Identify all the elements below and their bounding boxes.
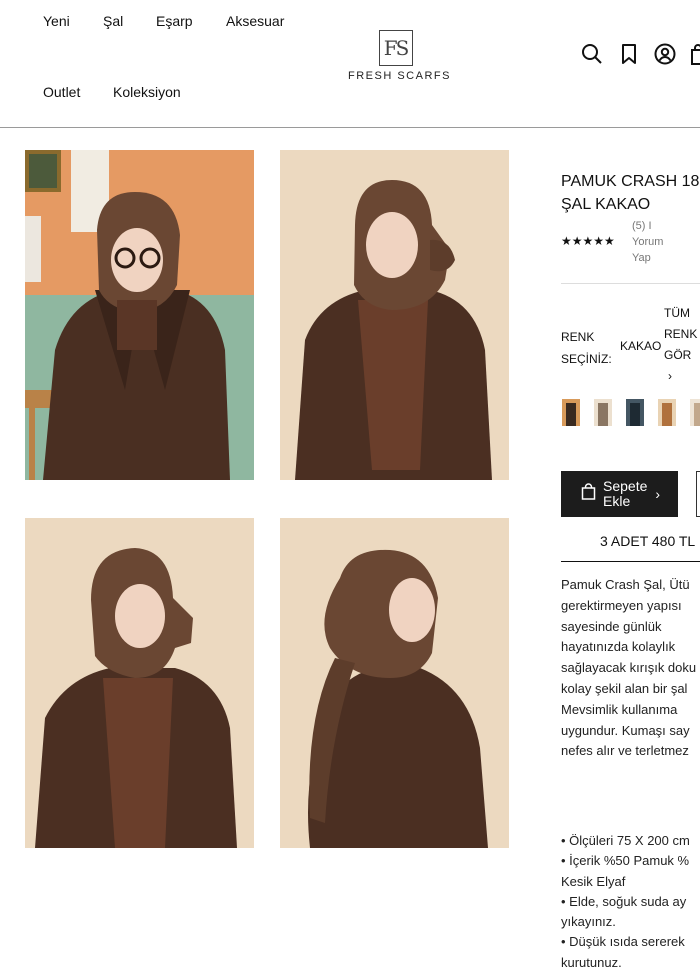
product-photo-1[interactable] (25, 150, 254, 480)
bundle-offer: 3 ADET 480 TL (600, 533, 696, 549)
nav-outlet[interactable]: Outlet (43, 84, 80, 100)
nav-esarp[interactable]: Eşarp (156, 13, 193, 29)
review-link[interactable]: (5) I Yorum Yap (632, 218, 692, 266)
rating-stars: ★★★★★ (561, 234, 615, 248)
color-select-label: RENK SEÇİNİZ: (561, 330, 612, 366)
color-swatch[interactable] (690, 399, 700, 426)
product-info-panel: PAMUK CRASH 18 ŞAL KAKAO ★★★★★ (5) I Yor… (561, 0, 700, 980)
product-photo-4[interactable] (280, 518, 509, 848)
view-all-colors-link[interactable]: TÜM RENK GÖR › (664, 303, 700, 387)
nav-yeni[interactable]: Yeni (43, 13, 70, 29)
logo-mark: FS (378, 30, 413, 66)
color-swatch[interactable] (562, 399, 580, 426)
nav-koleksiyon[interactable]: Koleksiyon (113, 84, 181, 100)
product-photo-3[interactable] (25, 518, 254, 848)
product-details-list: • Ölçüleri 75 X 200 cm • İçerik %50 Pamu… (561, 833, 690, 970)
offer-underline (561, 561, 700, 562)
bag-icon (581, 483, 596, 505)
product-title: PAMUK CRASH 18 ŞAL KAKAO (561, 173, 700, 213)
site-logo[interactable]: FS FRESH SCARFS (348, 30, 451, 82)
add-to-cart-label: Sepete Ekle (603, 478, 648, 509)
nav-aksesuar[interactable]: Aksesuar (226, 13, 284, 29)
nav-sal[interactable]: Şal (103, 13, 123, 29)
selected-color: KAKAO (620, 339, 662, 353)
add-to-cart-button[interactable]: Sepete Ekle › (561, 471, 678, 517)
chevron-right-icon: › (655, 486, 661, 502)
logo-text: FRESH SCARFS (348, 70, 451, 82)
color-swatch[interactable] (626, 399, 644, 426)
divider (561, 283, 700, 284)
color-swatch[interactable] (594, 399, 612, 426)
product-photo-2[interactable] (280, 150, 509, 480)
product-description: Pamuk Crash Şal, Ütü gerektirmeyen yapıs… (561, 577, 697, 759)
favorite-button[interactable] (696, 471, 700, 517)
color-swatch[interactable] (658, 399, 676, 426)
